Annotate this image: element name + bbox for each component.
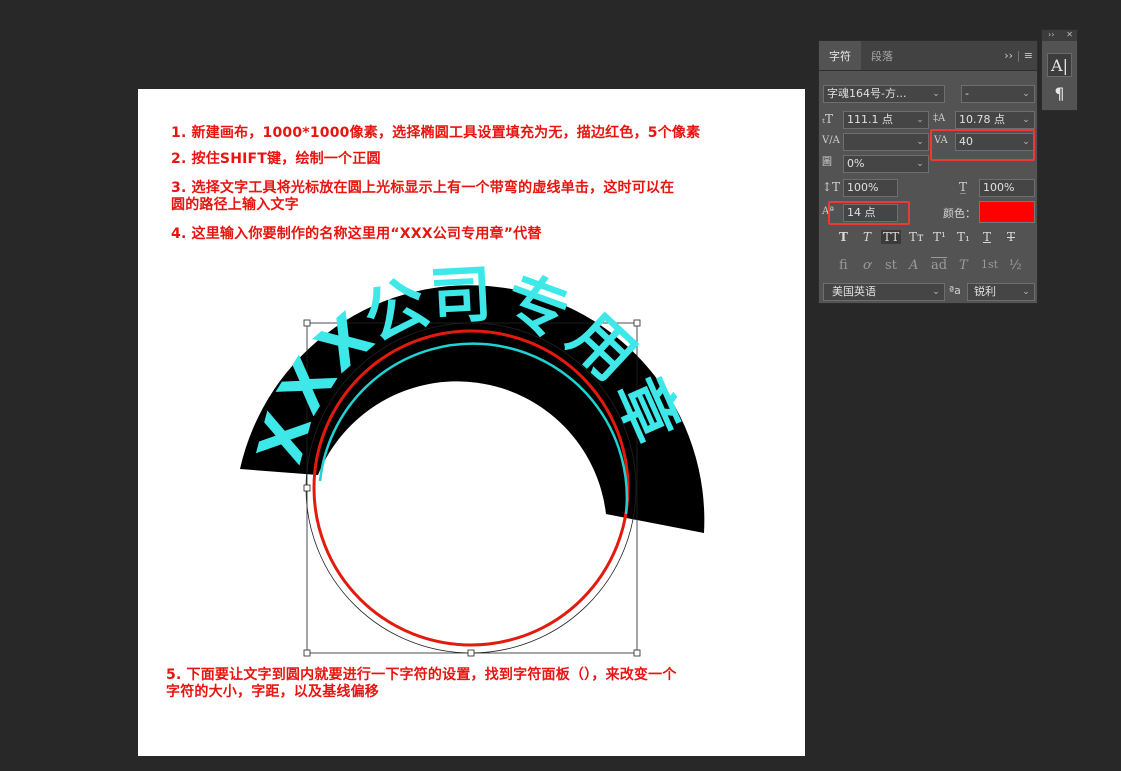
contextual-alternates-button[interactable]: ơ <box>863 258 871 273</box>
baseline-shift-highlight-box <box>828 201 910 225</box>
kerning-icon: V/A <box>822 135 840 146</box>
character-panel-icon[interactable]: A| <box>1047 53 1072 77</box>
seal-artwork: XXX公司 专用章 <box>240 257 705 657</box>
chevron-down-icon[interactable]: ⌄ <box>913 111 927 129</box>
faux-bold-button[interactable]: T <box>839 230 848 244</box>
chevron-down-icon[interactable]: ⌄ <box>1019 85 1033 103</box>
character-panel: 字符 段落 ›› | ≡ 字魂164号-方... ⌄ - ⌄ ₜT 111.1 … <box>818 40 1038 304</box>
standard-ligatures-button[interactable]: fi <box>839 258 848 273</box>
titling-alternates-button[interactable]: T <box>959 258 968 273</box>
handle-bottom-left <box>303 649 311 657</box>
tab-character[interactable]: 字符 <box>819 41 861 70</box>
document-canvas[interactable]: 1. 新建画布，1000*1000像素，选择椭圆工具设置填充为无，描边红色，5个… <box>138 89 805 756</box>
vertical-scale-icon: ↕T <box>822 180 841 194</box>
expand-icon[interactable]: ›› <box>1048 30 1054 39</box>
collapse-icon[interactable]: ›› <box>1004 49 1013 62</box>
font-size-icon: ₜT <box>822 112 833 126</box>
leading-icon: ‡A <box>933 113 946 124</box>
subscript-button[interactable]: T₁ <box>957 230 970 244</box>
strikethrough-button[interactable]: T <box>1007 230 1015 244</box>
stylistic-alternates-button[interactable]: ad <box>931 258 947 273</box>
antialias-icon: ªa <box>949 284 961 297</box>
superscript-button[interactable]: T¹ <box>933 230 946 244</box>
chevron-down-icon[interactable]: ⌄ <box>913 133 927 151</box>
color-label: 颜色： <box>943 207 976 220</box>
swash-button[interactable]: A <box>909 258 918 273</box>
handle-bottom <box>467 649 475 657</box>
discretionary-ligatures-button[interactable]: st <box>885 258 897 273</box>
horizontal-scale-field[interactable]: 100% <box>979 179 1035 197</box>
language-select[interactable]: 美国英语 <box>823 283 945 301</box>
panel-icon-strip: ›› ✕ A| ¶ <box>1041 29 1078 111</box>
close-icon[interactable]: ✕ <box>1066 30 1073 39</box>
fractions-button[interactable]: ½ <box>1009 258 1022 273</box>
font-family-select[interactable]: 字魂164号-方... <box>823 85 945 103</box>
handle-top-right <box>633 319 641 327</box>
chevron-down-icon[interactable]: ⌄ <box>913 155 927 173</box>
underline-button[interactable]: T <box>983 230 991 244</box>
paragraph-panel-icon[interactable]: ¶ <box>1047 82 1072 106</box>
arc-glyph: 司 <box>428 257 494 333</box>
chevron-down-icon[interactable]: ⌄ <box>1019 283 1033 301</box>
color-swatch[interactable] <box>979 201 1035 223</box>
handle-bottom-right <box>633 649 641 657</box>
panel-menu-controls: ›› | ≡ <box>1004 49 1033 62</box>
chevron-down-icon[interactable]: ⌄ <box>929 283 943 301</box>
vertical-scale-field[interactable]: 100% <box>843 179 898 197</box>
tsume-icon: 圖 <box>822 157 832 168</box>
small-caps-button[interactable]: Tт <box>909 230 924 244</box>
chevron-down-icon[interactable]: ⌄ <box>929 85 943 103</box>
faux-italic-button[interactable]: T <box>863 230 871 244</box>
tracking-highlight-box <box>930 129 1035 161</box>
ordinals-button[interactable]: 1st <box>981 258 998 271</box>
all-caps-button[interactable]: TT <box>881 230 902 244</box>
horizontal-scale-icon: T̲ <box>959 180 968 194</box>
panel-menu-icon[interactable]: ≡ <box>1024 49 1033 62</box>
tab-paragraph[interactable]: 段落 <box>861 41 903 70</box>
handle-left <box>303 484 311 492</box>
strip-header: ›› ✕ <box>1042 30 1077 41</box>
panel-tab-bar: 字符 段落 ›› | ≡ <box>819 41 1037 71</box>
chevron-down-icon[interactable]: ⌄ <box>1019 111 1033 129</box>
